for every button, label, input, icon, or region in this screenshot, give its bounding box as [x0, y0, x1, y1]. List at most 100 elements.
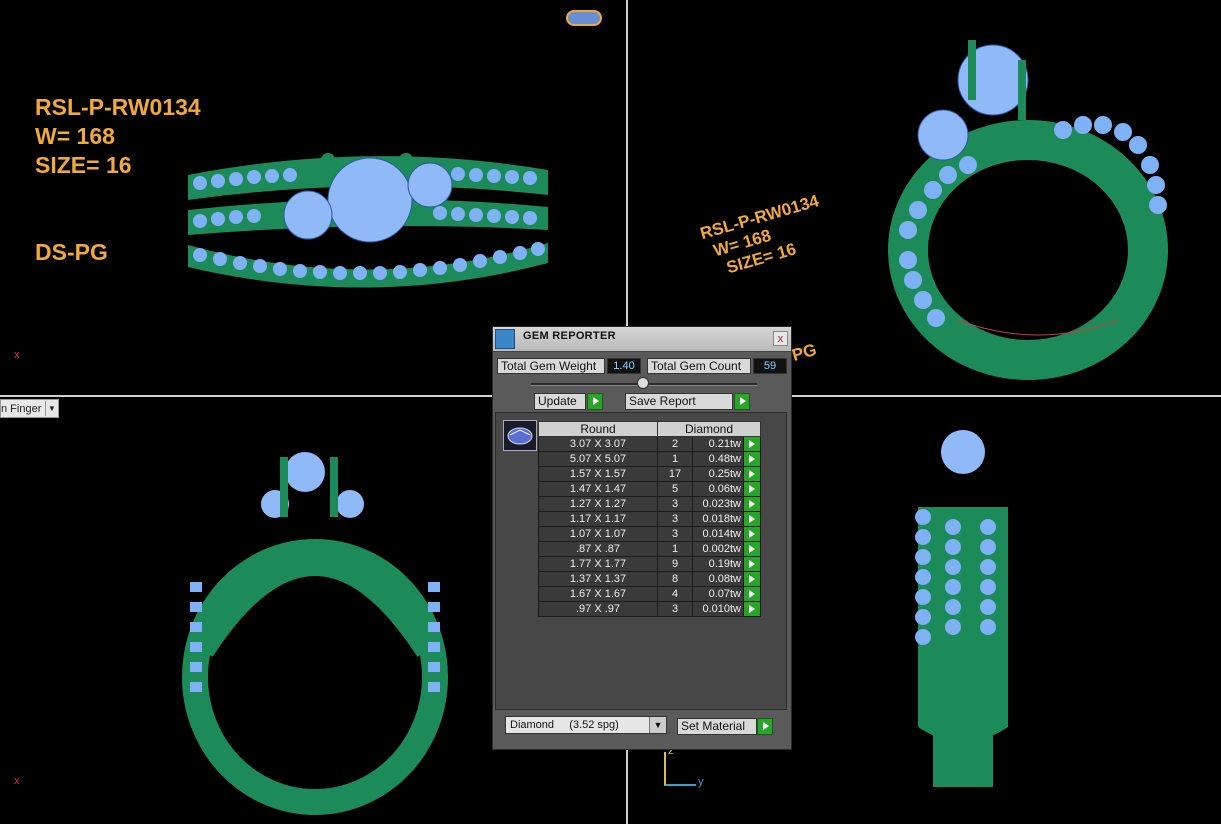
- select-gem-play-icon[interactable]: [743, 496, 761, 512]
- ring-front-view: [188, 153, 548, 288]
- update-play-icon[interactable]: [587, 393, 603, 410]
- front-label-size: SIZE= 16: [35, 152, 132, 178]
- gem-weight-cell: 0.018tw: [692, 511, 744, 527]
- select-gem-play-icon[interactable]: [743, 436, 761, 452]
- chevron-down-icon[interactable]: ▼: [649, 717, 666, 733]
- gem-size-cell: .87 X .87: [538, 541, 658, 557]
- select-gem-play-icon[interactable]: [743, 511, 761, 527]
- table-row[interactable]: 5.07 X 5.07 1 0.48tw: [538, 451, 761, 467]
- select-gem-play-icon[interactable]: [743, 601, 761, 617]
- select-gem-play-icon[interactable]: [743, 466, 761, 482]
- gem-count-cell: 3: [657, 526, 693, 542]
- gem-size-cell: 3.07 X 3.07: [538, 436, 658, 452]
- total-weight-value: 1.40: [607, 358, 641, 374]
- select-gem-play-icon[interactable]: [743, 586, 761, 602]
- table-row[interactable]: 1.67 X 1.67 4 0.07tw: [538, 586, 761, 602]
- material-select-value: Diamond (3.52 spg): [510, 719, 619, 731]
- perspective-label-group: RSL-P-RW0134 W= 168 SIZE= 16: [698, 191, 832, 282]
- ring-right-view: [915, 430, 1008, 787]
- view-mode-combo[interactable]: n Finger ▼: [0, 399, 59, 418]
- gem-size-cell: 1.37 X 1.37: [538, 571, 658, 587]
- table-row[interactable]: .87 X .87 1 0.002tw: [538, 541, 761, 557]
- axis-x-label: x: [14, 349, 20, 361]
- gem-size-cell: 1.57 X 1.57: [538, 466, 658, 482]
- select-gem-play-icon[interactable]: [743, 526, 761, 542]
- set-material-play-icon[interactable]: [757, 718, 773, 735]
- panel-slider-knob[interactable]: [637, 377, 649, 389]
- select-gem-play-icon[interactable]: [743, 541, 761, 557]
- gem-size-cell: 1.07 X 1.07: [538, 526, 658, 542]
- ring-side-view: [182, 452, 448, 815]
- gem-size-cell: 1.27 X 1.27: [538, 496, 658, 512]
- total-weight-label: Total Gem Weight: [497, 358, 605, 374]
- select-gem-play-icon[interactable]: [743, 481, 761, 497]
- gem-size-cell: 1.77 X 1.77: [538, 556, 658, 572]
- gem-weight-cell: 0.07tw: [692, 586, 744, 602]
- gem-count-cell: 2: [657, 436, 693, 452]
- front-label-part: RSL-P-RW0134: [35, 94, 201, 120]
- gem-size-cell: 1.47 X 1.47: [538, 481, 658, 497]
- gem-reporter-titlebar[interactable]: GEM REPORTER x: [493, 327, 791, 352]
- round-diamond-icon[interactable]: [503, 420, 537, 451]
- front-label-code: DS-PG: [35, 239, 108, 265]
- gem-count-cell: 8: [657, 571, 693, 587]
- set-material-button[interactable]: Set Material: [677, 718, 757, 735]
- gem-count-cell: 3: [657, 601, 693, 617]
- axis-y-label: y: [698, 776, 704, 788]
- table-row[interactable]: 1.37 X 1.37 8 0.08tw: [538, 571, 761, 587]
- gem-weight-cell: 0.010tw: [692, 601, 744, 617]
- gem-size-cell: .97 X .97: [538, 601, 658, 617]
- gem-count-cell: 17: [657, 466, 693, 482]
- col-shape-header: Round: [538, 421, 658, 437]
- save-report-play-icon[interactable]: [734, 393, 750, 410]
- ring-perspective-view: [888, 40, 1168, 380]
- axis-gizmo: [664, 752, 696, 786]
- gem-count-cell: 4: [657, 586, 693, 602]
- gem-count-cell: 3: [657, 496, 693, 512]
- table-row[interactable]: .97 X .97 3 0.010tw: [538, 601, 761, 617]
- gem-count-cell: 1: [657, 541, 693, 557]
- select-gem-play-icon[interactable]: [743, 571, 761, 587]
- table-row[interactable]: 1.47 X 1.47 5 0.06tw: [538, 481, 761, 497]
- update-button[interactable]: Update: [534, 393, 586, 410]
- table-row[interactable]: 1.17 X 1.17 3 0.018tw: [538, 511, 761, 527]
- total-count-value: 59: [753, 358, 787, 374]
- front-label-weight: W= 168: [35, 123, 115, 149]
- gem-weight-cell: 0.21tw: [692, 436, 744, 452]
- gem-reporter-panel: GEM REPORTER x Total Gem Weight 1.40 Tot…: [492, 326, 792, 750]
- close-icon[interactable]: x: [773, 331, 788, 346]
- gem-count-cell: 9: [657, 556, 693, 572]
- table-row[interactable]: 1.27 X 1.27 3 0.023tw: [538, 496, 761, 512]
- gem-count-cell: 3: [657, 511, 693, 527]
- gem-weight-cell: 0.023tw: [692, 496, 744, 512]
- table-row[interactable]: 1.07 X 1.07 3 0.014tw: [538, 526, 761, 542]
- save-report-button[interactable]: Save Report: [625, 393, 733, 410]
- select-gem-play-icon[interactable]: [743, 556, 761, 572]
- total-count-label: Total Gem Count: [647, 358, 751, 374]
- gem-weight-cell: 0.19tw: [692, 556, 744, 572]
- chevron-down-icon[interactable]: ▼: [45, 401, 58, 416]
- view-mode-combo-value: n Finger: [1, 402, 42, 415]
- gem-size-cell: 1.17 X 1.17: [538, 511, 658, 527]
- col-material-header: Diamond: [657, 421, 761, 437]
- view-cube-icon[interactable]: [566, 10, 602, 26]
- gem-weight-cell: 0.25tw: [692, 466, 744, 482]
- material-select[interactable]: Diamond (3.52 spg) ▼: [505, 716, 667, 734]
- gem-weight-cell: 0.08tw: [692, 571, 744, 587]
- gem-reporter-icon: [495, 329, 515, 349]
- select-gem-play-icon[interactable]: [743, 451, 761, 467]
- totals-row: Total Gem Weight 1.40 Total Gem Count 59: [497, 358, 789, 374]
- gem-count-cell: 5: [657, 481, 693, 497]
- gem-reporter-title: GEM REPORTER: [523, 330, 616, 342]
- gem-count-cell: 1: [657, 451, 693, 467]
- gem-weight-cell: 0.48tw: [692, 451, 744, 467]
- persp-label-code: PG: [789, 339, 819, 366]
- gem-size-cell: 5.07 X 5.07: [538, 451, 658, 467]
- table-row[interactable]: 1.57 X 1.57 17 0.25tw: [538, 466, 761, 482]
- gem-list: Round Diamond 3.07 X 3.07 2 0.21tw 5.07 X 5…: [495, 412, 787, 710]
- gem-weight-cell: 0.06tw: [692, 481, 744, 497]
- table-row[interactable]: 1.77 X 1.77 9 0.19tw: [538, 556, 761, 572]
- gem-table: Round Diamond 3.07 X 3.07 2 0.21tw 5.07 X 5…: [538, 421, 761, 617]
- table-row[interactable]: 3.07 X 3.07 2 0.21tw: [538, 436, 761, 452]
- gem-weight-cell: 0.014tw: [692, 526, 744, 542]
